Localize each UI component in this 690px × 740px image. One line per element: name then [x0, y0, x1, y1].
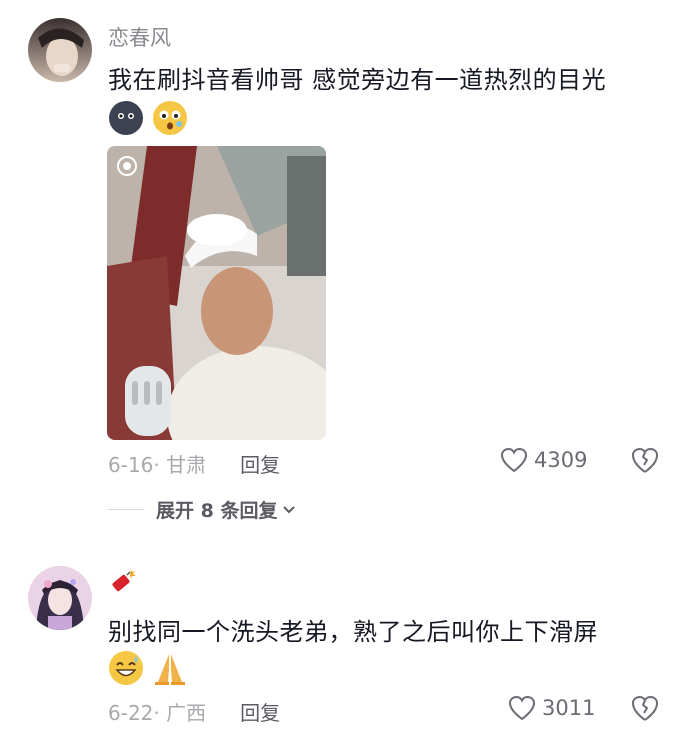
- broken-heart-icon: [632, 695, 659, 721]
- like-button[interactable]: 3011: [508, 695, 595, 721]
- emoji-row: [108, 100, 188, 136]
- surprised-emoji: [152, 100, 188, 136]
- pray-emoji: [152, 650, 188, 686]
- comment-text: 别找同一个洗头老弟，熟了之后叫你上下滑屏: [108, 618, 598, 646]
- broken-heart-icon: [632, 447, 659, 473]
- firecracker-icon: [108, 566, 138, 596]
- reply-button[interactable]: 回复: [240, 697, 280, 726]
- username[interactable]: 恋春风: [108, 22, 171, 52]
- divider-line: [108, 509, 144, 510]
- dislike-button[interactable]: [630, 446, 660, 476]
- like-count: 3011: [542, 696, 596, 720]
- comment-date-location: 6-22· 广西: [108, 701, 207, 725]
- dark-face-emoji: [108, 100, 144, 136]
- dislike-button[interactable]: [630, 694, 660, 724]
- comment-image[interactable]: [107, 146, 326, 440]
- like-count: 4309: [534, 448, 588, 472]
- grin-emoji: [108, 650, 144, 686]
- comment-date-location: 6-16· 甘肃: [108, 453, 207, 477]
- comment-meta: 6-22· 广西 回复: [108, 697, 280, 726]
- expand-replies-button[interactable]: 展开 8 条回复: [108, 496, 297, 523]
- emoji-row: [108, 650, 188, 686]
- avatar[interactable]: [28, 566, 92, 630]
- avatar[interactable]: [28, 18, 92, 82]
- like-button[interactable]: 4309: [500, 447, 587, 473]
- expand-replies-label: 展开 8 条回复: [156, 500, 278, 522]
- comment-text: 我在刷抖音看帅哥 感觉旁边有一道热烈的目光: [108, 66, 607, 94]
- reply-button[interactable]: 回复: [240, 449, 280, 478]
- heart-icon: [500, 447, 528, 473]
- heart-icon: [508, 695, 536, 721]
- comment-meta: 6-16· 甘肃 回复: [108, 449, 280, 478]
- chevron-down-icon: [283, 505, 296, 513]
